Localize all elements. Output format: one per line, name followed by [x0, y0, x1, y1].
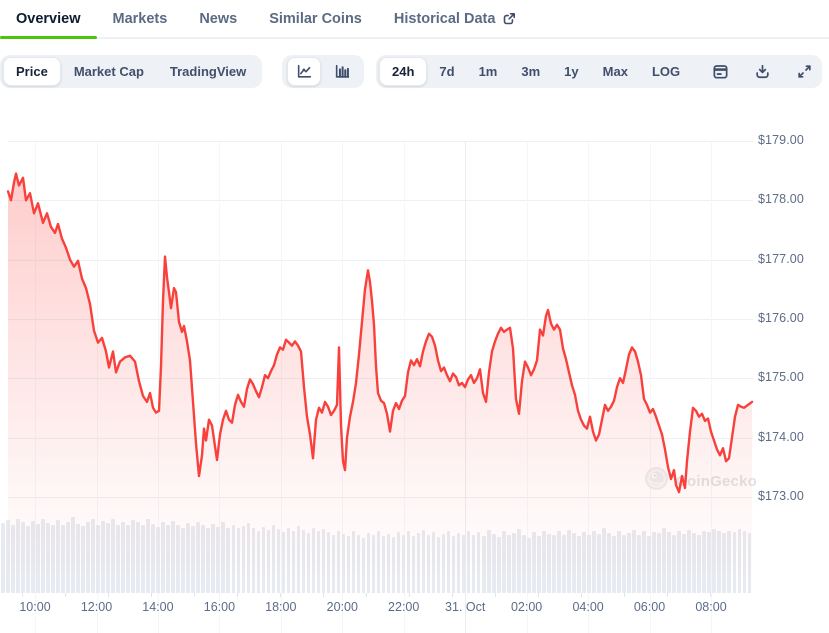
tab-label: News — [199, 10, 238, 27]
range-log-button[interactable]: LOG — [640, 57, 692, 86]
tab-markets[interactable]: Markets — [113, 11, 168, 27]
expand-icon-button[interactable] — [791, 57, 819, 86]
active-tab-indicator — [0, 36, 97, 39]
range-7d-button[interactable]: 7d — [427, 57, 466, 86]
range-3m-button[interactable]: 3m — [509, 57, 552, 86]
range-1y-button[interactable]: 1y — [552, 57, 590, 86]
tab-bar: Overview Markets News Similar Coins Historic… — [0, 0, 829, 39]
tradingview-button[interactable]: TradingView — [157, 57, 259, 86]
price-area-fill — [8, 173, 752, 593]
price-line-series — [6, 172, 754, 593]
range-1m-button[interactable]: 1m — [467, 57, 510, 86]
range-button-group: 24h 7d 1m 3m 1y Max LOG — [376, 55, 822, 88]
tab-label: Markets — [112, 10, 168, 27]
calendar-icon-button[interactable] — [706, 57, 734, 86]
price-button[interactable]: Price — [3, 57, 61, 86]
tab-overview[interactable]: Overview — [16, 11, 81, 27]
line-chart-icon-button[interactable] — [287, 57, 321, 86]
chart-type-group — [282, 55, 364, 88]
candlestick-chart-icon-button[interactable] — [325, 57, 359, 86]
download-icon-button[interactable] — [748, 57, 776, 86]
coin-chart-page: Overview Markets News Similar Coins Historic… — [0, 0, 829, 633]
price-chart[interactable]: $179.00 $178.00 $177.00 $176.00 $175.00 $174.… — [0, 100, 829, 633]
tab-label: Overview — [16, 10, 81, 27]
market-cap-button[interactable]: Market Cap — [61, 57, 157, 86]
external-link-icon — [501, 11, 517, 27]
tab-historical-data[interactable]: Historical Data — [394, 11, 518, 27]
tab-label: Similar Coins — [269, 10, 362, 27]
tab-similar-coins[interactable]: Similar Coins — [269, 11, 362, 27]
metric-button-group: Price Market Cap TradingView — [0, 55, 263, 88]
tab-news[interactable]: News — [199, 11, 237, 27]
range-max-button[interactable]: Max — [591, 57, 640, 86]
range-24h-button[interactable]: 24h — [379, 57, 428, 86]
tab-label: Historical Data — [393, 10, 496, 27]
